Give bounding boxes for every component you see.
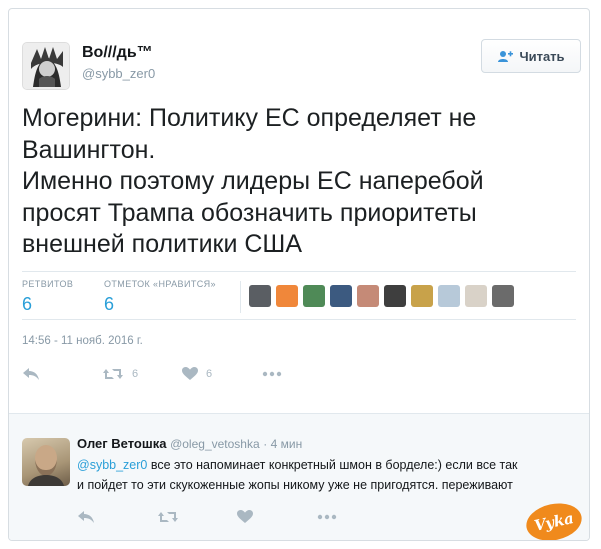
liker-avatar[interactable] xyxy=(438,285,460,307)
more-icon xyxy=(262,371,282,377)
retweets-label: РЕТВИТОВ xyxy=(22,279,74,289)
likers-avatars xyxy=(249,285,514,307)
reply-icon xyxy=(23,368,39,380)
liker-avatar[interactable] xyxy=(249,285,271,307)
retweet-count: 6 xyxy=(132,368,139,380)
liker-avatar[interactable] xyxy=(303,285,325,307)
reply-retweet-button[interactable] xyxy=(157,510,237,524)
reply-avatar[interactable] xyxy=(22,438,70,486)
add-user-icon xyxy=(498,50,514,62)
reply-reply-button[interactable] xyxy=(77,510,157,524)
retweets-stat[interactable]: РЕТВИТОВ 6 xyxy=(22,279,73,315)
tweet-timestamp[interactable]: 14:56 - 11 нояб. 2016 г. xyxy=(22,335,143,347)
author-avatar[interactable] xyxy=(22,42,70,90)
divider xyxy=(22,271,576,272)
like-count: 6 xyxy=(206,368,213,380)
retweets-count: 6 xyxy=(22,294,33,314)
author-name[interactable]: Во///дь™ xyxy=(82,44,153,62)
reply-tweet: Олег Ветошка @oleg_vetoshka · 4 мин @syb… xyxy=(9,413,589,540)
author-avatar-image xyxy=(23,43,69,89)
liker-avatar[interactable] xyxy=(276,285,298,307)
liker-avatar[interactable] xyxy=(330,285,352,307)
divider xyxy=(22,319,576,320)
liker-avatar[interactable] xyxy=(411,285,433,307)
likes-label: ОТМЕТОК «НРАВИТСЯ» xyxy=(104,279,216,289)
reply-more-button[interactable] xyxy=(317,514,357,520)
more-button[interactable] xyxy=(262,371,302,377)
follow-button[interactable]: Читать xyxy=(481,39,581,73)
heart-icon xyxy=(182,367,198,380)
tweet-text-line: Вашингтон. xyxy=(22,135,156,164)
reply-text-line: @sybb_zer0 все это напоминает конкретный… xyxy=(77,455,582,475)
reply-icon xyxy=(78,511,94,523)
reply-avatar-image xyxy=(28,445,64,486)
reply-text: @sybb_zer0 все это напоминает конкретный… xyxy=(77,455,582,495)
liker-avatar[interactable] xyxy=(384,285,406,307)
follow-button-label: Читать xyxy=(519,48,565,64)
stat-divider xyxy=(240,281,241,313)
like-button[interactable]: 6 xyxy=(182,367,262,381)
tweet-actions: 6 6 xyxy=(22,367,302,381)
tweet-card: Во///дь™ @sybb_zer0 Читать Могерини: Пол… xyxy=(8,8,590,541)
likes-stat[interactable]: ОТМЕТОК «НРАВИТСЯ» 6 xyxy=(104,279,216,315)
reply-like-button[interactable] xyxy=(237,510,317,524)
reply-button[interactable] xyxy=(22,367,102,381)
reply-author-handle[interactable]: @oleg_vetoshka xyxy=(170,437,260,451)
tweet-text-line: Именно поэтому лидеры ЕС наперебой xyxy=(22,167,484,195)
retweet-icon xyxy=(103,369,123,379)
liker-avatar[interactable] xyxy=(357,285,379,307)
likes-count: 6 xyxy=(104,294,115,314)
mention-link[interactable]: @sybb_zer0 xyxy=(77,458,147,472)
reply-header: Олег Ветошка @oleg_vetoshka · 4 мин xyxy=(77,436,302,451)
heart-icon xyxy=(237,510,253,523)
watermark-text: Vyka xyxy=(532,509,576,535)
tweet-text-line: просят Трампа обозначить приоритеты xyxy=(22,198,477,227)
reply-text-segment: все это напоминает конкретный шмон в бор… xyxy=(147,458,518,472)
more-icon xyxy=(317,514,337,520)
retweet-icon xyxy=(158,512,178,522)
tweet-text-line: Могерини: Политику ЕС определяет не xyxy=(22,104,477,132)
watermark-logo: Vyka xyxy=(522,498,586,540)
main-tweet: Во///дь™ @sybb_zer0 Читать Могерини: Пол… xyxy=(9,9,589,413)
reply-author-name[interactable]: Олег Ветошка xyxy=(77,436,166,451)
retweet-button[interactable]: 6 xyxy=(102,367,182,381)
reply-text-line: и пойдет то эти скукоженные жопы никому … xyxy=(77,478,513,492)
liker-avatar[interactable] xyxy=(465,285,487,307)
tweet-text: Могерини: Политику ЕС определяет не Ваши… xyxy=(22,103,577,261)
reply-actions xyxy=(77,510,357,524)
liker-avatar[interactable] xyxy=(492,285,514,307)
reply-time[interactable]: · 4 мин xyxy=(263,437,302,451)
author-handle[interactable]: @sybb_zer0 xyxy=(82,66,155,81)
tweet-text-line: внешней политики США xyxy=(22,230,303,258)
